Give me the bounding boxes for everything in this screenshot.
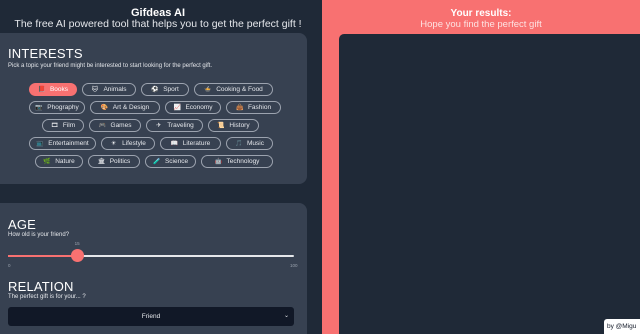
age-relation-card: AGE How old is your friend? 15 0 100 REL… [0, 203, 307, 334]
chip-label: History [229, 122, 250, 129]
interest-chip-traveling[interactable]: ✈ Traveling [146, 119, 203, 132]
chip-label: Film [62, 122, 76, 129]
left-column: Gifdeas AI The free AI powered tool that… [0, 0, 322, 334]
results-title: Your results: [450, 8, 512, 19]
interests-hint: Pick a topic your friend might be intere… [8, 63, 213, 69]
open-book-icon: 📖 [170, 141, 179, 147]
age-hint: How old is your friend? [8, 232, 70, 238]
chip-label: Sport [163, 86, 179, 93]
film-icon: 🎞 [50, 123, 59, 129]
ball-icon: ⚽ [151, 87, 159, 93]
results-panel [339, 34, 640, 334]
interest-chip-games[interactable]: 🎮 Games [89, 119, 141, 132]
chip-label: Fashion [247, 104, 272, 111]
chip-label: Animals [103, 86, 127, 93]
chip-label: Science [164, 158, 189, 165]
interest-chip-nature[interactable]: 🌿 Nature [35, 155, 83, 168]
interest-chip-technology[interactable]: 🤖 Technology [201, 155, 273, 168]
building-icon: 🏛 [97, 159, 106, 165]
tv-icon: 📺 [36, 141, 44, 147]
chip-label: Art & Design [112, 104, 150, 111]
app-subtitle: The free AI powered tool that helps you … [14, 18, 302, 30]
chip-label: Literature [182, 140, 211, 147]
results-subtitle: Hope you find the perfect gift [420, 19, 542, 30]
age-slider-thumb[interactable] [70, 249, 84, 262]
relation-heading: RELATION [8, 279, 74, 294]
chip-label: Technology [226, 158, 260, 165]
interest-chip-phography[interactable]: 📷 Phography [29, 101, 85, 114]
interest-chip-sport[interactable]: ⚽ Sport [141, 83, 189, 96]
relation-select[interactable]: Friend ⌄ [8, 307, 294, 326]
book-icon: 📕 [37, 87, 46, 93]
interests-heading: INTERESTS [8, 46, 83, 61]
chip-label: Books [49, 86, 69, 93]
chart-icon: 📈 [173, 105, 181, 111]
leaf-icon: 🌿 [43, 159, 51, 165]
interest-chip-politics[interactable]: 🏛 Politics [88, 155, 140, 168]
interest-chip-lifestyle[interactable]: ☀ Lifestyle [101, 137, 155, 150]
age-heading: AGE [8, 217, 37, 232]
interest-chip-music[interactable]: 🎵 Music [226, 137, 273, 150]
interest-chip-fashion[interactable]: 👜 Fashion [226, 101, 281, 114]
interest-chip-animals[interactable]: 🐱 Animals [82, 83, 136, 96]
results-section: Your results: Hope you find the perfect … [322, 0, 640, 334]
interest-chip-cooking-food[interactable]: 🍲 Cooking & Food [194, 83, 273, 96]
age-slider-fill [8, 255, 77, 257]
chip-label: Politics [109, 158, 131, 165]
interest-chip-art-design[interactable]: 🎨 Art & Design [90, 101, 160, 114]
robot-icon: 🤖 [214, 159, 223, 165]
chip-label: Music [247, 140, 264, 147]
interest-chip-history[interactable]: 📜 History [208, 119, 259, 132]
chevron-down-icon: ⌄ [283, 313, 289, 319]
age-slider-value: 15 [74, 241, 80, 246]
chip-label: Traveling [167, 122, 194, 129]
chip-label: Games [110, 122, 132, 129]
chip-label: Cooking & Food [216, 86, 263, 93]
interest-chip-science[interactable]: 🧪 Science [145, 155, 196, 168]
interest-chip-economy[interactable]: 📈 Economy [165, 101, 221, 114]
age-slider[interactable] [8, 249, 294, 262]
gamepad-icon: 🎮 [98, 123, 106, 129]
relation-selected-value: Friend [141, 313, 161, 320]
interest-chip-entertainment[interactable]: 📺 Entertainment [29, 137, 96, 150]
flask-icon: 🧪 [152, 159, 161, 165]
plane-icon: ✈ [156, 123, 162, 129]
relation-hint: The perfect gift is for your... ? [8, 294, 86, 300]
age-slider-min: 0 [8, 263, 11, 268]
interests-card: INTERESTS Pick a topic your friend might… [0, 33, 307, 184]
chip-label: Phography [47, 104, 79, 111]
chip-label: Nature [55, 158, 75, 165]
palette-icon: 🎨 [100, 105, 109, 111]
interest-chip-literature[interactable]: 📖 Literature [160, 137, 221, 150]
bag-icon: 👜 [235, 105, 244, 111]
interest-chip-film[interactable]: 🎞 Film [42, 119, 84, 132]
paw-icon: 🐱 [91, 87, 99, 93]
scroll-icon: 📜 [217, 123, 225, 129]
chip-label: Lifestyle [122, 140, 146, 147]
interest-chip-books[interactable]: 📕 Books [29, 83, 77, 96]
camera-icon: 📷 [35, 105, 43, 111]
music-icon: 🎵 [235, 141, 243, 147]
chip-label: Entertainment [48, 140, 89, 147]
pot-icon: 🍲 [204, 87, 212, 93]
age-slider-max: 100 [290, 263, 298, 268]
sun-icon: ☀ [110, 141, 117, 147]
chip-label: Economy [185, 104, 213, 111]
credit-badge[interactable]: by @Migu [604, 319, 640, 334]
